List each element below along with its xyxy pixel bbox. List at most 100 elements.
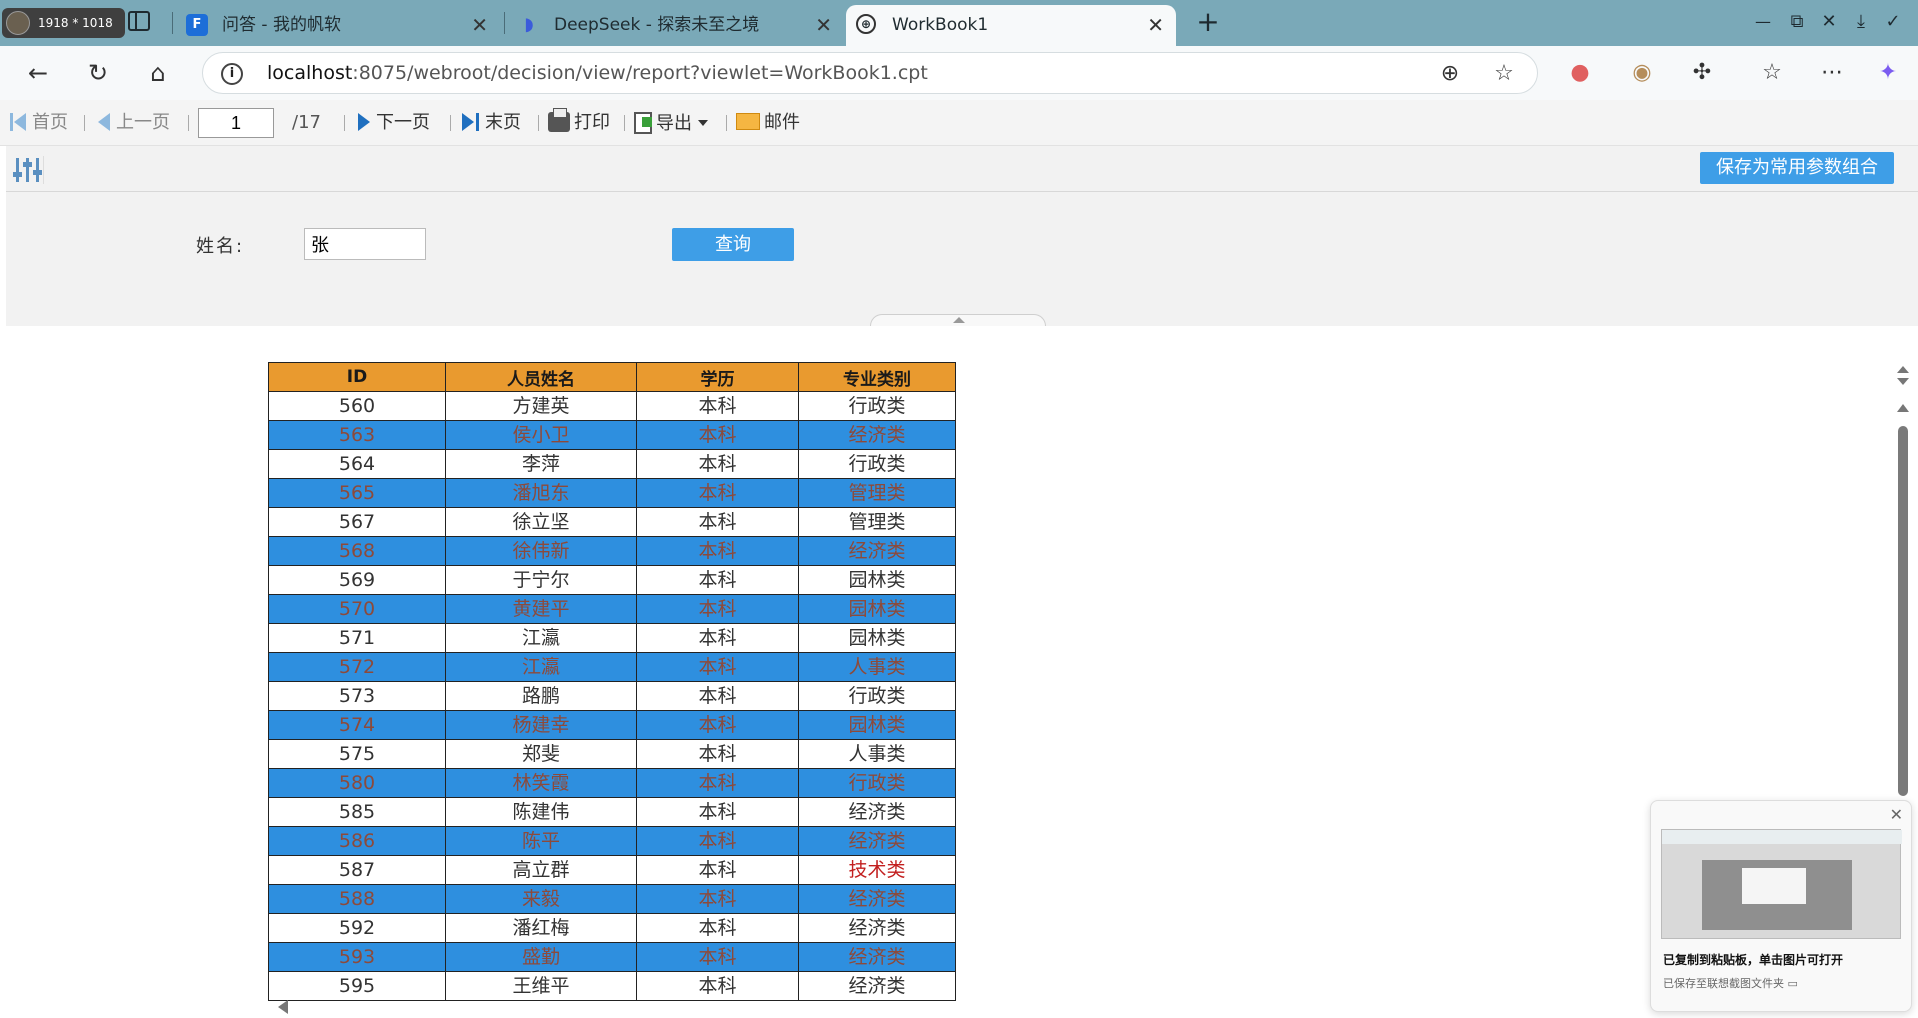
cell-education: 本科 [636, 478, 799, 508]
copilot-icon[interactable]: ✦ [1870, 56, 1906, 90]
scroll-down-icon[interactable] [1897, 378, 1909, 385]
cell-education: 本科 [636, 913, 799, 943]
table-body: 560 方建英 本科 行政类 563 侯小卫 本科 经济类 564 李萍 本科 行政类 565 潘旭东 本科… [268, 391, 956, 1001]
cell-category: 管理类 [798, 478, 956, 508]
mail-label: 邮件 [764, 112, 800, 133]
page-number-input[interactable] [198, 108, 274, 138]
vertical-tabs-icon[interactable] [128, 11, 150, 31]
save-parameter-combo-button[interactable]: 保存为常用参数组合 [1700, 152, 1894, 184]
profile-extension-icon[interactable]: ◉ [1624, 56, 1660, 90]
mail-button[interactable]: 邮件 [736, 112, 800, 134]
close-icon[interactable]: ✕ [471, 5, 488, 45]
cell-name: 侯小卫 [445, 420, 637, 450]
cell-id: 565 [268, 478, 446, 508]
table-row: 568 徐伟新 本科 经济类 [268, 536, 956, 566]
cell-name: 徐伟新 [445, 536, 637, 566]
favorites-icon[interactable]: ☆ [1754, 56, 1790, 90]
table-row: 569 于宁尔 本科 园林类 [268, 565, 956, 595]
zoom-icon[interactable]: ⊕ [1435, 59, 1465, 89]
chevron-down-icon [698, 120, 708, 126]
cell-category: 经济类 [798, 913, 956, 943]
collapse-panel-handle[interactable] [870, 314, 1046, 326]
first-page-icon [10, 113, 13, 131]
cell-name: 江瀛 [445, 652, 637, 682]
table-row: 572 江瀛 本科 人事类 [268, 652, 956, 682]
export-button[interactable]: 导出 [634, 112, 708, 135]
scrollbar-thumb[interactable] [1898, 426, 1908, 796]
last-page-icon [462, 113, 474, 131]
close-icon[interactable]: ✕ [815, 5, 832, 45]
scroll-top-icon[interactable] [1897, 404, 1909, 412]
close-window-icon[interactable]: ✕ [1814, 8, 1844, 36]
cell-id: 563 [268, 420, 446, 450]
download-icon[interactable]: ⤓ [1846, 8, 1876, 36]
next-page-button[interactable]: 下一页 [358, 112, 430, 134]
tab-divider [504, 12, 505, 34]
print-button[interactable]: 打印 [548, 108, 610, 134]
cell-name: 路鹏 [445, 681, 637, 711]
url-path: :8075/webroot/decision/view/report?viewl… [352, 62, 928, 84]
cell-name: 陈建伟 [445, 797, 637, 827]
url-text[interactable]: localhost:8075/webroot/decision/view/rep… [267, 53, 928, 93]
cell-education: 本科 [636, 884, 799, 914]
first-page-button[interactable]: 首页 [10, 112, 68, 134]
extensions-puzzle-icon[interactable]: ✣ [1684, 56, 1720, 90]
cell-education: 本科 [636, 768, 799, 798]
screenshot-thumbnail[interactable] [1661, 829, 1902, 939]
cell-id: 572 [268, 652, 446, 682]
report-toolbar: 首页 上一页 /17 下一页 末页 打印 导出 邮件 [0, 100, 1918, 146]
table-row: 574 杨建幸 本科 园林类 [268, 710, 956, 740]
close-icon[interactable]: ✕ [1890, 805, 1903, 824]
toast-subtitle: 已保存至联想截图文件夹 ▭ [1663, 975, 1798, 991]
cell-name: 盛勤 [445, 942, 637, 972]
tab-fanruan-qa[interactable]: F 问答 - 我的帆软 ✕ [176, 5, 500, 46]
mail-icon [736, 113, 760, 130]
cell-category: 行政类 [798, 449, 956, 479]
close-icon[interactable]: ✕ [1147, 5, 1164, 45]
cell-id: 592 [268, 913, 446, 943]
toast-subtitle-text: 已保存至联想截图文件夹 [1663, 977, 1784, 990]
popout-icon[interactable]: ⧉ [1782, 8, 1812, 36]
cell-education: 本科 [636, 623, 799, 653]
cell-id: 593 [268, 942, 446, 972]
more-menu-icon[interactable]: ⋯ [1814, 56, 1850, 90]
new-tab-button[interactable]: + [1190, 6, 1226, 40]
home-icon[interactable]: ⌂ [140, 56, 176, 90]
report-table: ID 人员姓名 学历 专业类别 560 方建英 本科 行政类 563 侯小卫 本科 经济类 56… [268, 362, 956, 1001]
favorite-star-icon[interactable]: ☆ [1489, 59, 1519, 89]
table-row: 593 盛勤 本科 经济类 [268, 942, 956, 972]
scroll-up-icon[interactable] [1897, 366, 1909, 373]
scroll-left-icon[interactable] [278, 1000, 288, 1014]
address-bar[interactable]: i localhost:8075/webroot/decision/view/r… [202, 52, 1538, 94]
table-row: 575 郑斐 本科 人事类 [268, 739, 956, 769]
refresh-icon[interactable]: ↻ [80, 56, 116, 90]
toolbar-divider [188, 115, 189, 131]
parameter-settings-icon[interactable] [12, 156, 44, 184]
cell-education: 本科 [636, 942, 799, 972]
tab-deepseek[interactable]: ◗ DeepSeek - 探索未至之境 ✕ [508, 5, 844, 46]
last-page-button[interactable]: 末页 [462, 112, 521, 134]
screenshot-toast[interactable]: ✕ 已复制到粘贴板，单击图片可打开 已保存至联想截图文件夹 ▭ [1650, 800, 1912, 1012]
cell-id: 564 [268, 449, 446, 479]
cell-education: 本科 [636, 797, 799, 827]
cell-category: 人事类 [798, 739, 956, 769]
first-page-label: 首页 [32, 112, 68, 133]
prev-page-button[interactable]: 上一页 [98, 112, 170, 134]
check-icon[interactable]: ✓ [1878, 8, 1908, 36]
tab-workbook1[interactable]: ⊕ WorkBook1 ✕ [846, 5, 1176, 46]
parameter-panel: 保存为常用参数组合 姓名: 查询 [6, 146, 1918, 326]
back-arrow-icon[interactable]: ← [20, 56, 56, 90]
minimize-icon[interactable]: — [1748, 8, 1778, 36]
extension-icon[interactable]: ● [1562, 56, 1598, 90]
site-info-icon[interactable]: i [221, 63, 243, 85]
name-input[interactable] [304, 228, 426, 260]
cell-education: 本科 [636, 971, 799, 1001]
cell-category: 园林类 [798, 594, 956, 624]
cell-name: 徐立坚 [445, 507, 637, 537]
last-page-label: 末页 [485, 112, 521, 133]
cell-name: 王维平 [445, 971, 637, 1001]
toolbar-divider [344, 115, 345, 131]
cell-education: 本科 [636, 594, 799, 624]
cell-category: 经济类 [798, 971, 956, 1001]
query-button[interactable]: 查询 [672, 228, 794, 261]
